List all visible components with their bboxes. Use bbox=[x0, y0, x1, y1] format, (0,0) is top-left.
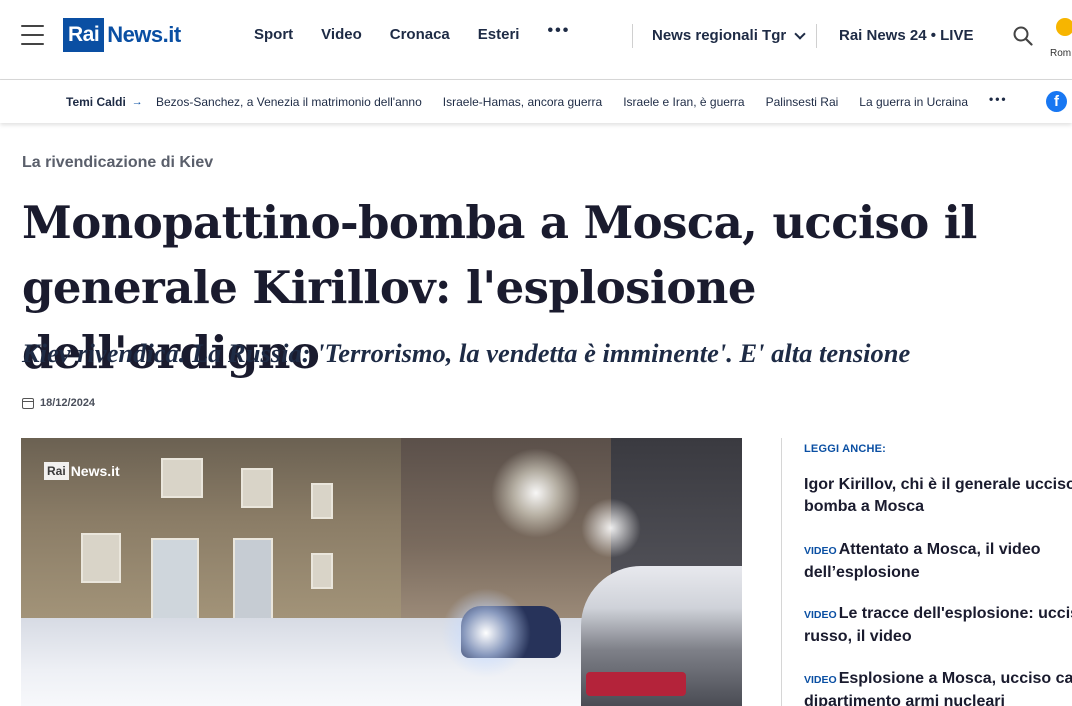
watermark-news: News.it bbox=[70, 463, 120, 479]
video-tag: VIDEO bbox=[804, 545, 837, 557]
hot-topics-bar: Temi Caldi → Bezos-Sanchez, a Venezia il… bbox=[0, 80, 1072, 123]
article-subtitle: Kiev rivendica. La Russia: 'Terrorismo, … bbox=[22, 338, 911, 368]
nav-item-video[interactable]: Video bbox=[321, 26, 362, 43]
photo-window bbox=[311, 553, 333, 589]
related-title-line: Attentato a Mosca, il video bbox=[838, 541, 1041, 558]
related-article[interactable]: Igor Kirillov, chi è il generale ucciso … bbox=[804, 474, 1072, 518]
related-title-line: bomba a Mosca bbox=[804, 498, 925, 515]
photo-window bbox=[81, 533, 121, 583]
related-title-line: dell’esplosione bbox=[804, 564, 920, 581]
logo-rai: Rai bbox=[63, 18, 105, 52]
related-article[interactable]: VIDEO Esplosione a Mosca, ucciso cap dipa… bbox=[804, 668, 1072, 706]
related-heading: LEGGI ANCHE: bbox=[804, 443, 887, 455]
regional-news-label: News regionali Tgr bbox=[652, 27, 787, 44]
related-title-line: Igor Kirillov, chi è il generale ucciso bbox=[804, 476, 1072, 493]
topics-more-button[interactable]: ••• bbox=[989, 92, 1008, 109]
hot-topics-list: Bezos-Sanchez, a Venezia il matrimonio d… bbox=[156, 92, 1008, 109]
divider bbox=[632, 24, 633, 48]
nav-item-esteri[interactable]: Esteri bbox=[478, 26, 520, 43]
related-article[interactable]: VIDEO Le tracce dell'esplosione: uccis ru… bbox=[804, 603, 1072, 648]
related-title-line: Le tracce dell'esplosione: uccis bbox=[838, 605, 1072, 622]
nav-more-button[interactable]: ••• bbox=[547, 22, 570, 43]
article-photo[interactable]: Rai News.it bbox=[21, 438, 742, 706]
nav-item-sport[interactable]: Sport bbox=[254, 26, 293, 43]
photo-window bbox=[311, 483, 333, 519]
topic-link[interactable]: Bezos-Sanchez, a Venezia il matrimonio d… bbox=[156, 95, 422, 109]
photo-watermark: Rai News.it bbox=[44, 462, 120, 480]
related-article[interactable]: VIDEO Attentato a Mosca, il video dell’es… bbox=[804, 539, 1072, 584]
related-title-line: russo, il video bbox=[804, 628, 912, 645]
topic-link[interactable]: Israele e Iran, è guerra bbox=[623, 95, 744, 109]
photo-light bbox=[491, 448, 581, 538]
live-link[interactable]: Rai News 24 • LIVE bbox=[839, 27, 973, 44]
photo-taillight bbox=[586, 672, 686, 696]
main-nav: Sport Video Cronaca Esteri ••• bbox=[254, 22, 570, 43]
regional-news-dropdown[interactable]: News regionali Tgr bbox=[652, 27, 806, 44]
search-icon[interactable] bbox=[1013, 26, 1033, 46]
video-tag: VIDEO bbox=[804, 609, 837, 621]
article-date: 18/12/2024 bbox=[22, 397, 95, 409]
photo-window bbox=[241, 468, 273, 508]
facebook-icon[interactable]: f bbox=[1046, 91, 1067, 112]
site-logo[interactable]: Rai News.it bbox=[63, 14, 181, 56]
sun-icon bbox=[1056, 18, 1072, 36]
chevron-down-icon bbox=[794, 27, 806, 40]
weather-city: Rom bbox=[1050, 48, 1072, 59]
article-kicker: La rivendicazione di Kiev bbox=[22, 154, 214, 171]
topic-link[interactable]: Palinsesti Rai bbox=[766, 95, 839, 109]
photo-headlight bbox=[441, 588, 531, 678]
topic-link[interactable]: La guerra in Ucraina bbox=[859, 95, 968, 109]
hot-topics-title[interactable]: Temi Caldi → bbox=[66, 95, 143, 109]
photo-light bbox=[581, 498, 641, 558]
sidebar-divider bbox=[781, 438, 782, 706]
logo-news: News.it bbox=[107, 22, 181, 47]
divider bbox=[816, 24, 817, 48]
date-text: 18/12/2024 bbox=[40, 397, 96, 409]
video-tag: VIDEO bbox=[804, 674, 837, 686]
calendar-icon bbox=[22, 397, 34, 409]
menu-icon[interactable] bbox=[21, 25, 44, 45]
site-header: Rai News.it Sport Video Cronaca Esteri •… bbox=[0, 0, 1072, 80]
photo-window bbox=[161, 458, 203, 498]
nav-item-cronaca[interactable]: Cronaca bbox=[390, 26, 450, 43]
related-title-line: Esplosione a Mosca, ucciso cap bbox=[838, 670, 1072, 687]
weather-widget[interactable]: Rom bbox=[1050, 16, 1072, 61]
hot-topics-label: Temi Caldi bbox=[66, 95, 126, 109]
arrow-right-icon: → bbox=[131, 96, 143, 108]
topic-link[interactable]: Israele-Hamas, ancora guerra bbox=[443, 95, 602, 109]
related-title-line: dipartimento armi nucleari bbox=[804, 693, 1005, 706]
watermark-rai: Rai bbox=[44, 462, 69, 480]
